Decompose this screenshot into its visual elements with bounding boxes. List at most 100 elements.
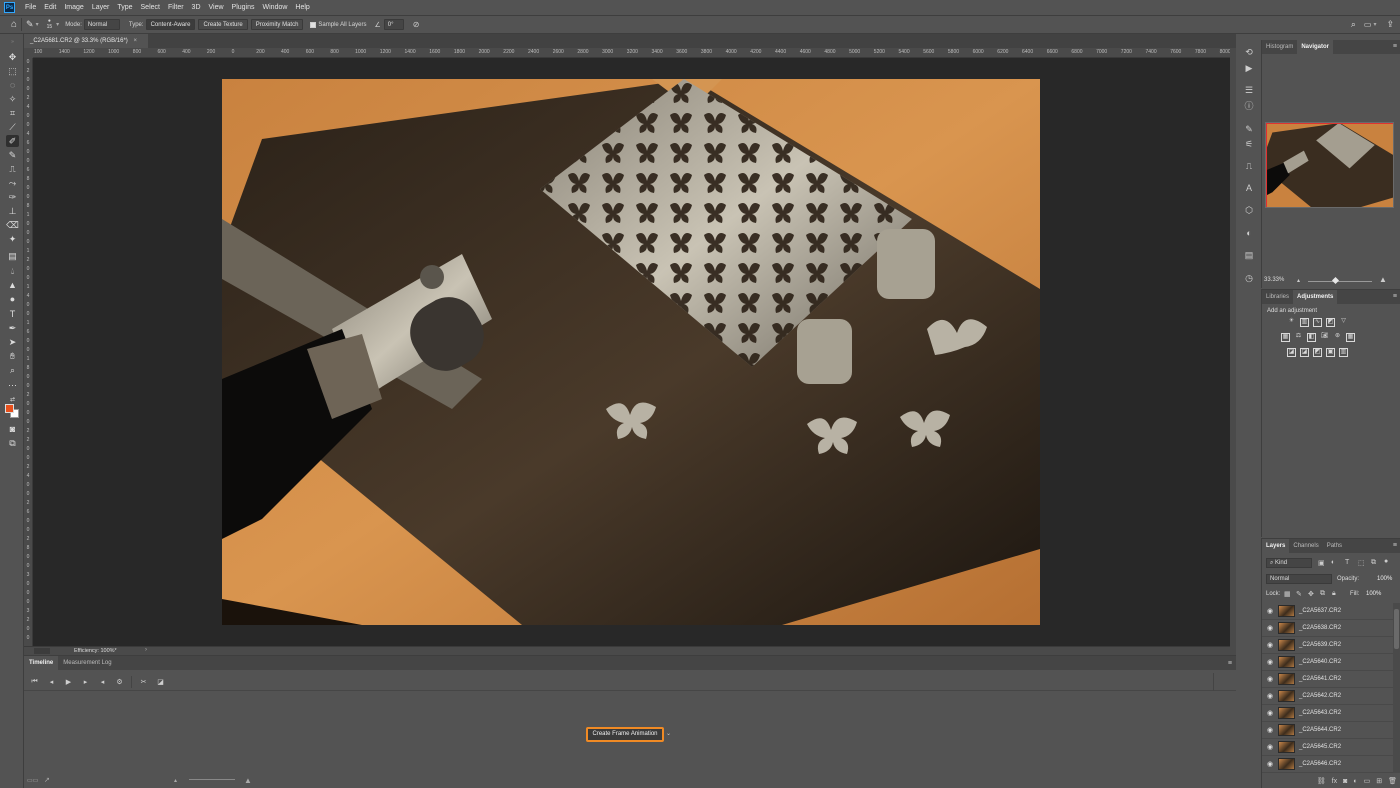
panel-menu-icon[interactable]: ≡	[1393, 43, 1397, 50]
stamp-tool-icon[interactable]: ⊥	[6, 205, 19, 217]
shapes-icon[interactable]: ◐	[1243, 227, 1255, 239]
zoom-in-icon[interactable]: ▲	[1379, 275, 1387, 284]
create-frame-animation-button[interactable]: Create Frame Animation	[586, 727, 664, 742]
patterns-icon[interactable]: ▤	[1243, 249, 1255, 261]
type-proximity-match-button[interactable]: Proximity Match	[250, 19, 304, 30]
screen-mode-icon[interactable]: ⧉	[6, 437, 19, 449]
tab-paths[interactable]: Paths	[1323, 539, 1346, 553]
visibility-eye-icon[interactable]: ◉	[1262, 624, 1278, 632]
canvas-area[interactable]	[33, 58, 1230, 646]
layer-row[interactable]: ◉ _C2A5644.CR2	[1262, 722, 1393, 739]
navigator-zoom-value[interactable]: 33.33%	[1264, 277, 1284, 283]
next-frame-icon[interactable]: ▸	[77, 678, 94, 686]
layer-row[interactable]: ◉ _C2A5645.CR2	[1262, 739, 1393, 756]
visibility-eye-icon[interactable]: ◉	[1262, 760, 1278, 768]
canvas-vertical-scrollbar[interactable]	[1230, 48, 1236, 655]
magic-eraser-tool-icon[interactable]: ✦	[6, 233, 19, 245]
more-tools-icon[interactable]: ⋯	[6, 379, 19, 391]
move-tool-icon[interactable]: ✥	[6, 51, 19, 63]
gradient-map-icon[interactable]: ▥	[1339, 348, 1348, 357]
gradient-tool-icon[interactable]: ▤	[6, 250, 19, 262]
mask-icon[interactable]: ◙	[1343, 778, 1347, 785]
sharpen-tool-icon[interactable]: ▲	[6, 279, 19, 291]
transition-icon[interactable]: ◪	[152, 678, 169, 686]
zoom-out-icon[interactable]: ▴	[174, 777, 177, 784]
zoom-field[interactable]	[34, 648, 50, 654]
tab-measurement-log[interactable]: Measurement Log	[58, 656, 116, 670]
pen-path-tool-icon[interactable]: ✒	[6, 322, 19, 334]
tab-channels[interactable]: Channels	[1289, 539, 1322, 553]
panel-menu-icon[interactable]: ≡	[1228, 660, 1232, 667]
lock-image-icon[interactable]: ✎	[1296, 590, 1302, 598]
crop-tool-icon[interactable]: ⌗	[6, 107, 19, 119]
layer-row[interactable]: ◉ _C2A5640.CR2	[1262, 654, 1393, 671]
path-selection-tool-icon[interactable]: ➤	[6, 336, 19, 348]
fill-input[interactable]: 100%	[1366, 591, 1381, 597]
visibility-eye-icon[interactable]: ◉	[1262, 743, 1278, 751]
timeline-clock-icon[interactable]: ◷	[1243, 272, 1255, 284]
foreground-color-swatch[interactable]	[5, 404, 14, 413]
menu-select[interactable]: Select	[137, 0, 164, 15]
slider-handle[interactable]	[1331, 276, 1340, 285]
tab-adjustments[interactable]: Adjustments	[1293, 290, 1338, 304]
angle-input[interactable]: 0°	[383, 19, 404, 30]
share-icon[interactable]: ⇪	[1386, 19, 1394, 30]
exposure-icon[interactable]: ◩	[1326, 318, 1335, 327]
pen-tool-icon[interactable]: ✑	[6, 191, 19, 203]
layer-row[interactable]: ◉ _C2A5643.CR2	[1262, 705, 1393, 722]
folder-icon[interactable]: ▭	[1364, 777, 1371, 785]
layer-row[interactable]: ◉ _C2A5641.CR2	[1262, 671, 1393, 688]
black-white-icon[interactable]: ◧	[1307, 333, 1316, 342]
visibility-eye-icon[interactable]: ◉	[1262, 658, 1278, 666]
blend-mode-select[interactable]: Normal	[1266, 574, 1332, 584]
filter-shape-icon[interactable]: ⬚	[1358, 559, 1365, 567]
menu-file[interactable]: File	[21, 0, 40, 15]
type-tool-icon[interactable]: T	[6, 308, 19, 320]
zoom-out-icon[interactable]: ▴	[1297, 277, 1300, 284]
marquee-tool-icon[interactable]: ⬚	[6, 65, 19, 77]
menu-type[interactable]: Type	[113, 0, 136, 15]
layer-row[interactable]: ◉ _C2A5638.CR2	[1262, 620, 1393, 637]
lasso-tool-icon[interactable]: ◌	[6, 79, 19, 91]
document-tab[interactable]: _C2A5681.CR2 @ 33.3% (RGB/16*) ×	[24, 34, 148, 48]
color-balance-icon[interactable]: ⚖	[1294, 333, 1303, 342]
lock-artboard-icon[interactable]: ⧉	[1320, 590, 1325, 598]
chevron-down-icon[interactable]: ▾	[1373, 21, 1376, 28]
zoom-tool-icon[interactable]: ⌕	[6, 364, 19, 376]
menu-edit[interactable]: Edit	[40, 0, 60, 15]
chevron-down-icon[interactable]: ▾	[56, 21, 59, 28]
threshold-icon[interactable]: ◩	[1313, 348, 1322, 357]
visibility-eye-icon[interactable]: ◉	[1262, 641, 1278, 649]
chevron-right-icon[interactable]: ›	[145, 647, 147, 653]
curves-icon[interactable]: ∿	[1313, 318, 1322, 327]
filter-adjustment-icon[interactable]: ◐	[1331, 559, 1335, 566]
menu-image[interactable]: Image	[60, 0, 87, 15]
menu-view[interactable]: View	[205, 0, 228, 15]
split-icon[interactable]: ✂	[135, 678, 152, 686]
convert-icon[interactable]: ↗	[44, 776, 50, 784]
play-icon[interactable]: ▶	[60, 678, 77, 686]
eyedropper-tool-icon[interactable]: ⟋	[6, 121, 19, 133]
audio-icon[interactable]: ◂	[94, 678, 111, 686]
tab-layers[interactable]: Layers	[1262, 539, 1290, 553]
channel-mixer-icon[interactable]: ⊛	[1333, 333, 1342, 342]
info-icon[interactable]: ⓘ	[1243, 100, 1255, 112]
3d-icon[interactable]: ⬡	[1243, 204, 1255, 216]
quick-selection-tool-icon[interactable]: ✧	[6, 93, 19, 105]
layer-filter-kind-select[interactable]: ⌕ Kind	[1266, 558, 1312, 568]
brightness-contrast-icon[interactable]: ☀	[1287, 318, 1296, 327]
brushes-icon[interactable]: ✎	[1243, 123, 1255, 135]
layer-row[interactable]: ◉ _C2A5637.CR2	[1262, 603, 1393, 620]
fx-icon[interactable]: fx	[1332, 778, 1337, 785]
clone-stamp-tool-icon[interactable]: ⎍	[6, 163, 19, 175]
chevron-down-icon[interactable]: ⌄	[666, 730, 674, 739]
color-lookup-icon[interactable]: ▦	[1346, 333, 1355, 342]
mode-select[interactable]: Normal	[83, 19, 120, 30]
posterize-icon[interactable]: ◪	[1300, 348, 1309, 357]
tab-navigator[interactable]: Navigator	[1297, 40, 1334, 54]
layer-row[interactable]: ◉ _C2A5639.CR2	[1262, 637, 1393, 654]
dodge-tool-icon[interactable]: ●	[6, 293, 19, 305]
panel-menu-icon[interactable]: ≡	[1393, 293, 1397, 300]
quick-mask-icon[interactable]: ◙	[6, 423, 19, 435]
scrollbar-thumb[interactable]	[1394, 609, 1399, 649]
